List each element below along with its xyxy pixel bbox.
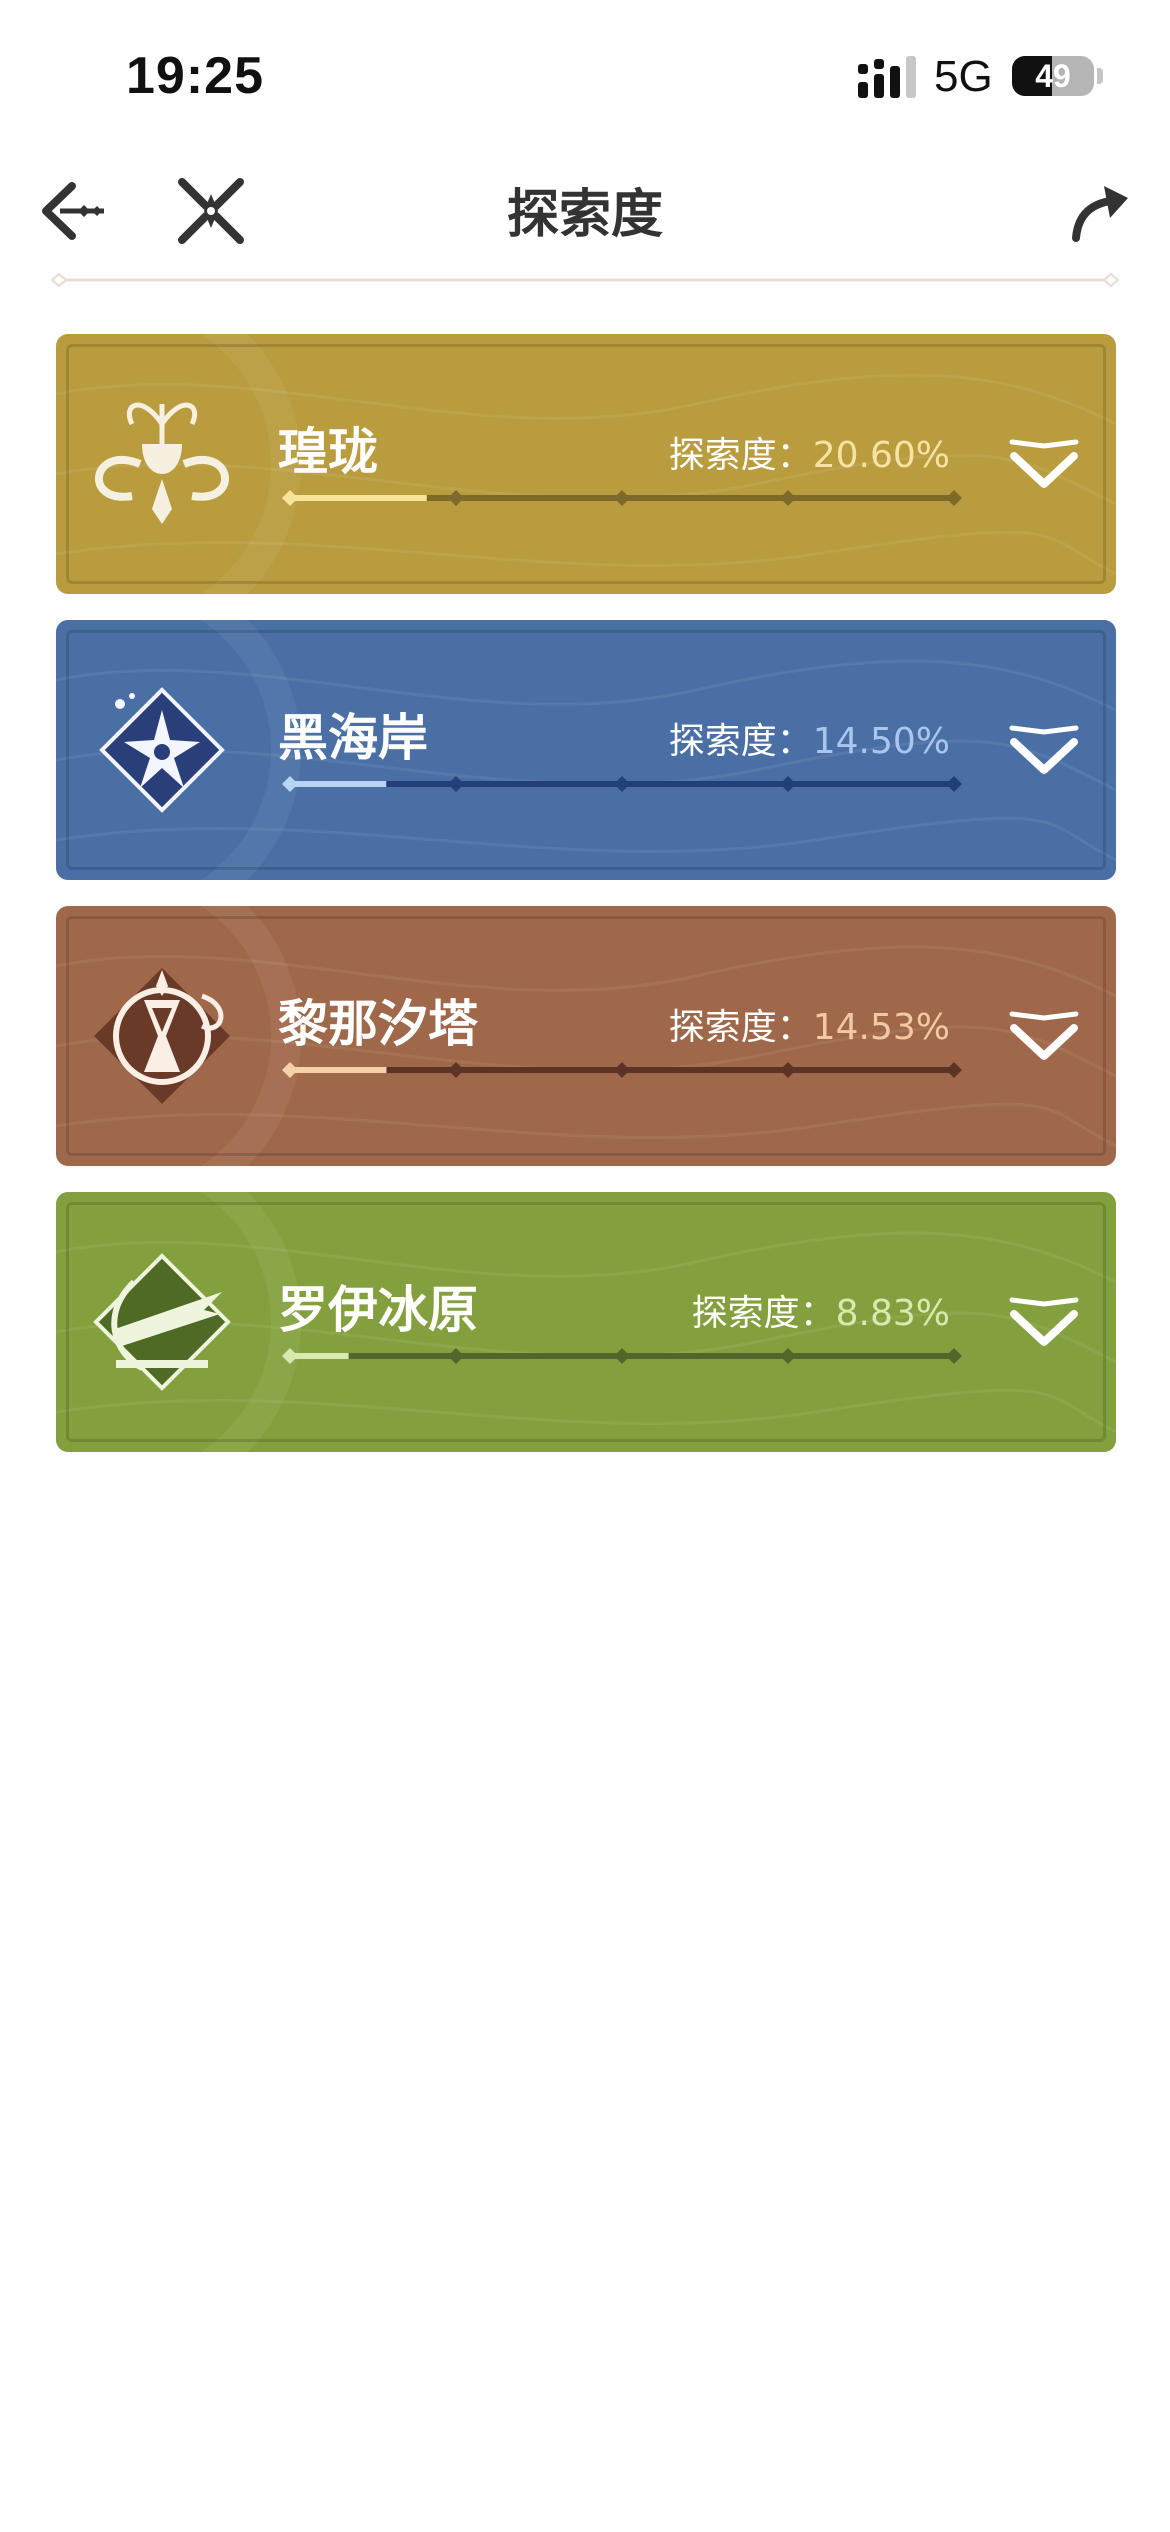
- chevron-down-icon[interactable]: [1006, 722, 1082, 778]
- app-header: 探索度: [0, 150, 1170, 290]
- progress-milestone-marker: [282, 1062, 298, 1078]
- status-bar: 19:25 5G 49: [0, 0, 1170, 150]
- battery-cap: [1097, 68, 1103, 84]
- share-arrow-icon[interactable]: [1066, 176, 1136, 246]
- region-list: 瑝珑 探索度：20.60% 黑海岸 探索度：14.50% 黎那汐塔 探索度：14…: [56, 334, 1116, 1478]
- exploration-value: 8.83%: [835, 1293, 950, 1334]
- progress-milestone-marker: [946, 490, 962, 506]
- progress-milestone-marker: [282, 776, 298, 792]
- region-card[interactable]: 黎那汐塔 探索度：14.53%: [56, 906, 1116, 1166]
- progress-milestone-marker: [614, 490, 630, 506]
- progress-milestone-marker: [448, 490, 464, 506]
- exploration-progress-bar: [282, 1348, 962, 1364]
- status-time: 19:25: [126, 47, 264, 105]
- page-title: 探索度: [506, 185, 663, 245]
- progress-milestone-marker: [614, 1062, 630, 1078]
- progress-milestone-marker: [946, 776, 962, 792]
- region-name: 瑝珑: [278, 423, 378, 481]
- progress-milestone-marker: [448, 776, 464, 792]
- exploration-value: 14.53%: [812, 1007, 950, 1048]
- exploration-label: 探索度：8.83%: [692, 1284, 950, 1336]
- exploration-label: 探索度：14.53%: [669, 998, 950, 1050]
- region-name: 黎那汐塔: [278, 995, 478, 1053]
- region-card[interactable]: 黑海岸 探索度：14.50%: [56, 620, 1116, 880]
- battery-icon: 49: [1012, 56, 1094, 96]
- progress-milestone-marker: [780, 1062, 796, 1078]
- dragon-emblem-icon: [94, 402, 230, 524]
- progress-milestone-marker: [780, 490, 796, 506]
- progress-milestone-marker: [614, 1348, 630, 1364]
- region-name: 黑海岸: [278, 709, 428, 767]
- exploration-progress-bar: [282, 776, 962, 792]
- exploration-progress-bar: [282, 490, 962, 506]
- exploration-label-text: 探索度：: [668, 435, 813, 476]
- header-divider: [50, 272, 1120, 288]
- battery-percentage: 49: [1035, 58, 1071, 94]
- signal-icon: [858, 56, 916, 98]
- region-name: 罗伊冰原: [278, 1281, 478, 1339]
- star-flower-emblem-icon: [99, 687, 225, 813]
- chevron-down-icon[interactable]: [1006, 1008, 1082, 1064]
- progress-milestone-marker: [282, 1348, 298, 1364]
- exploration-label: 探索度：14.50%: [669, 712, 950, 764]
- progress-milestone-marker: [946, 1062, 962, 1078]
- progress-milestone-marker: [448, 1348, 464, 1364]
- exploration-progress-bar: [282, 1062, 962, 1078]
- progress-milestone-marker: [780, 776, 796, 792]
- exploration-label-text: 探索度：: [668, 1007, 813, 1048]
- exploration-label: 探索度：20.60%: [669, 426, 950, 478]
- region-card[interactable]: 罗伊冰原 探索度：8.83%: [56, 1192, 1116, 1452]
- chevron-down-icon[interactable]: [1006, 1294, 1082, 1350]
- arrow-shield-emblem-icon: [93, 1253, 231, 1391]
- progress-milestone-marker: [946, 1348, 962, 1364]
- progress-milestone-marker: [780, 1348, 796, 1364]
- exploration-value: 14.50%: [812, 721, 950, 762]
- hourglass-emblem-icon: [94, 968, 230, 1104]
- exploration-label-text: 探索度：: [691, 1293, 836, 1334]
- progress-milestone-marker: [282, 490, 298, 506]
- network-type: 5G: [934, 52, 993, 101]
- region-card[interactable]: 瑝珑 探索度：20.60%: [56, 334, 1116, 594]
- progress-milestone-marker: [448, 1062, 464, 1078]
- exploration-value: 20.60%: [812, 435, 950, 476]
- chevron-down-icon[interactable]: [1006, 436, 1082, 492]
- progress-milestone-marker: [614, 776, 630, 792]
- exploration-label-text: 探索度：: [668, 721, 813, 762]
